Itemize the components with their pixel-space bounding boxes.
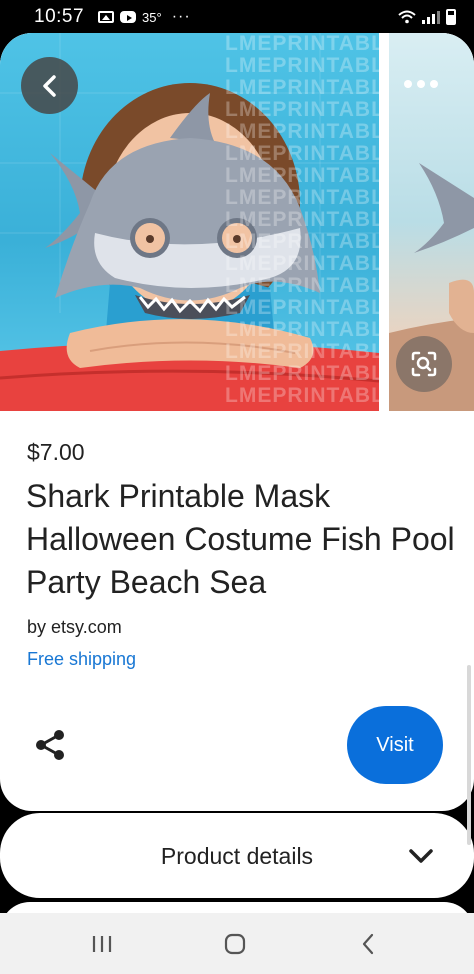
visual-search-button[interactable] (396, 336, 452, 392)
system-navigation-bar (0, 913, 474, 974)
product-price: $7.00 (27, 439, 85, 465)
scrollbar[interactable] (467, 665, 471, 845)
home-icon (224, 933, 246, 955)
more-horizontal-icon (404, 80, 438, 88)
image-watermark: LMEPRINTABLESLMEPRINTABLESLMEPRINTABLESL… (225, 33, 379, 407)
image-carousel[interactable]: LMEPRINTABLESLMEPRINTABLESLMEPRINTABLESL… (0, 33, 474, 411)
back-button[interactable] (21, 57, 78, 114)
product-title: Shark Printable Mask Halloween Costume F… (26, 478, 455, 600)
share-button[interactable] (30, 725, 70, 765)
shipping-info: Free shipping (27, 649, 137, 669)
status-time: 10:57 (34, 6, 85, 27)
system-back-button[interactable] (348, 925, 388, 963)
home-button[interactable] (215, 925, 255, 963)
status-temperature: 35° (142, 9, 162, 25)
back-icon (362, 933, 374, 955)
wifi-icon (398, 10, 416, 24)
signal-icon (422, 10, 440, 24)
more-notifications-icon: ··· (171, 8, 191, 25)
product-source[interactable]: by etsy.com (27, 617, 122, 638)
youtube-icon (120, 11, 137, 23)
recents-button[interactable] (82, 925, 122, 963)
system-icons (398, 9, 456, 25)
product-card: LMEPRINTABLESLMEPRINTABLESLMEPRINTABLESL… (0, 33, 474, 811)
chevron-left-icon (42, 74, 56, 97)
share-icon (36, 730, 64, 760)
chevron-down-icon (409, 849, 433, 863)
product-details-label: Product details (160, 843, 314, 869)
status-bar: 10:57 35° ··· (0, 0, 474, 34)
battery-icon (446, 9, 456, 25)
more-options-button[interactable] (396, 59, 446, 109)
gallery-icon (98, 11, 115, 23)
recents-icon (92, 936, 112, 952)
visit-button[interactable]: Visit (347, 706, 443, 784)
notification-icons: 35° (98, 10, 162, 25)
visual-search-icon (411, 351, 437, 377)
product-details-toggle[interactable]: Product details (0, 813, 474, 898)
